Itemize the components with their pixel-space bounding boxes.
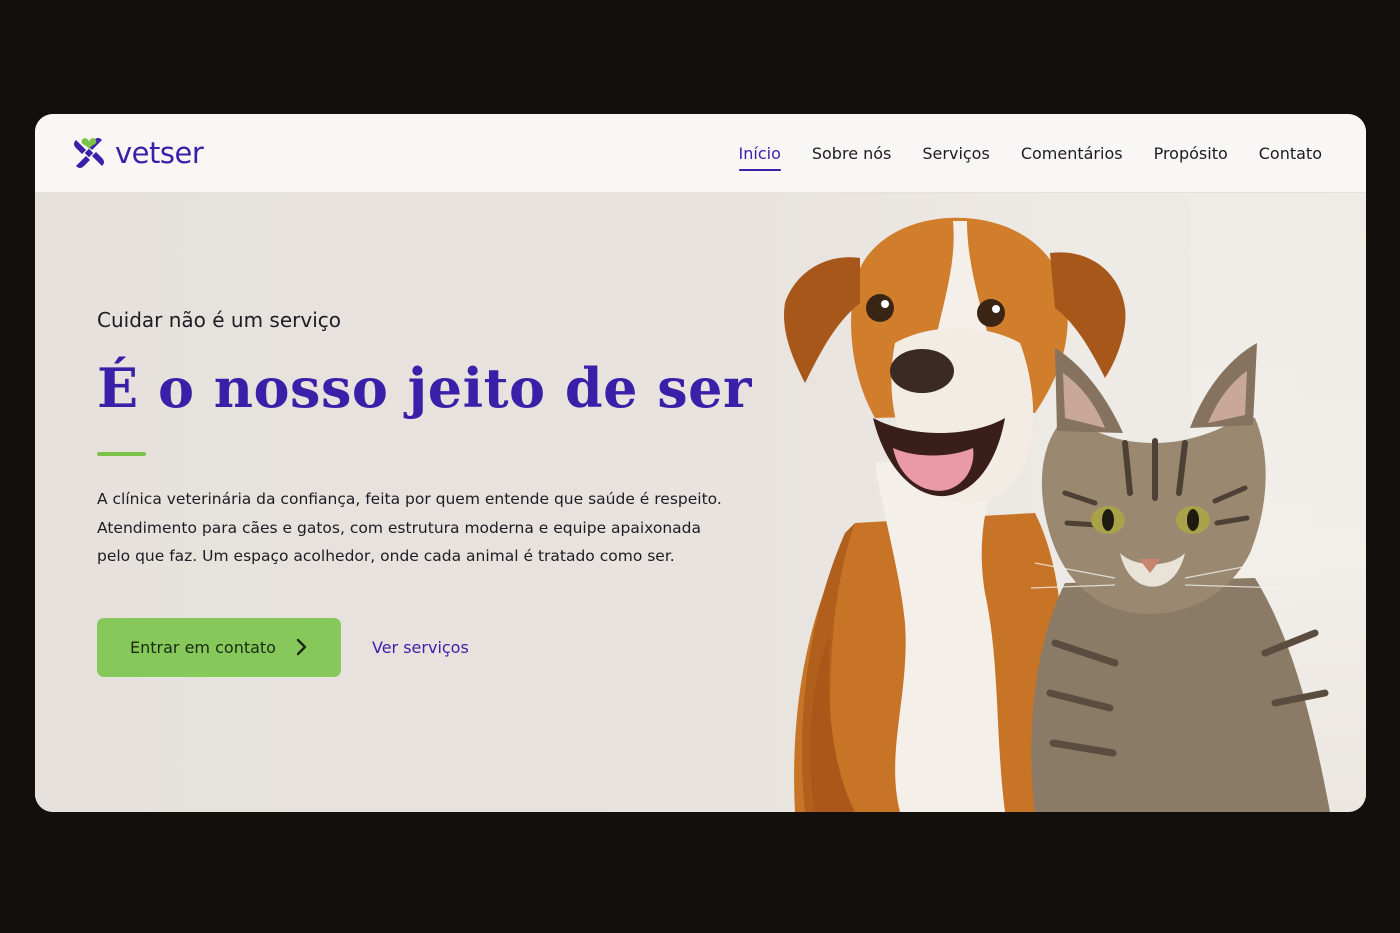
nav-item-inicio[interactable]: Início (738, 138, 782, 171)
dog-and-cat-photo (784, 217, 1330, 812)
main-nav: Início Sobre nós Serviços Comentários Pr… (738, 138, 1322, 171)
brand-name: vetser (115, 136, 204, 170)
site-header: vetser Início Sobre nós Serviços Comentá… (35, 114, 1366, 193)
nav-item-servicos[interactable]: Serviços (922, 138, 989, 169)
nav-item-proposito[interactable]: Propósito (1154, 138, 1228, 169)
cat-illustration (1030, 343, 1330, 812)
accent-divider (97, 452, 146, 456)
hero-eyebrow: Cuidar não é um serviço (97, 308, 342, 332)
website-window: vetser Início Sobre nós Serviços Comentá… (35, 114, 1366, 812)
hero-headline: É o nosso jeito de ser (97, 356, 752, 420)
vetser-logo-icon (74, 138, 104, 168)
chevron-right-icon (296, 638, 307, 656)
logo[interactable]: vetser (71, 135, 204, 171)
nav-item-contato[interactable]: Contato (1259, 138, 1322, 169)
hero-section: Cuidar não é um serviço É o nosso jeito … (35, 193, 1366, 812)
nav-item-sobre-nos[interactable]: Sobre nós (812, 138, 892, 169)
view-services-link[interactable]: Ver serviços (372, 638, 469, 657)
contact-button-label: Entrar em contato (130, 637, 276, 657)
hero-description: A clínica veterinária da confiança, feit… (97, 490, 722, 565)
nav-item-comentarios[interactable]: Comentários (1021, 138, 1123, 169)
hero-content: Cuidar não é um serviço É o nosso jeito … (97, 308, 757, 677)
contact-button[interactable]: Entrar em contato (97, 617, 341, 677)
hero-actions: Entrar em contato Ver serviços (97, 617, 757, 677)
